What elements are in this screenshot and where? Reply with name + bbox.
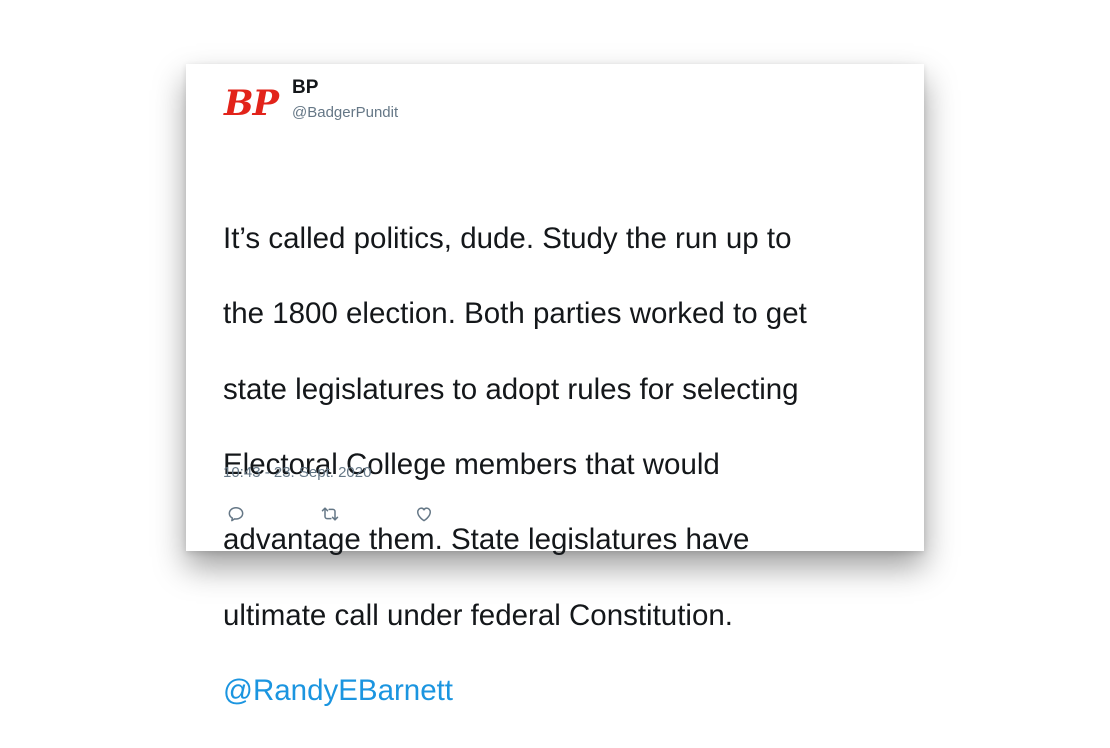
avatar-logo-text: BP: [224, 82, 279, 124]
tweet-timestamp[interactable]: 10:43 - 23. Sept. 2020: [223, 464, 371, 481]
display-name[interactable]: BP: [292, 77, 318, 99]
tweet-text-line: the 1800 election. Both parties worked t…: [223, 297, 807, 331]
tweet-text-line: ultimate call under federal Constitution…: [223, 598, 733, 632]
avatar[interactable]: BP: [224, 82, 282, 124]
tweet-text-line: state legislatures to adopt rules for se…: [223, 372, 799, 406]
reply-button[interactable]: [224, 502, 248, 526]
user-handle[interactable]: @BadgerPundit: [292, 104, 398, 121]
retweet-icon: [321, 507, 339, 521]
like-button[interactable]: [412, 502, 436, 526]
mention-link[interactable]: @RandyEBarnett: [223, 674, 453, 707]
tweet-text-line: advantage them. State legislatures have: [223, 523, 750, 557]
retweet-button[interactable]: [318, 502, 342, 526]
tweet-card: BP BP @BadgerPundit It’s called politics…: [186, 64, 924, 707]
tweet-text-line: It’s called politics, dude. Study the ru…: [223, 221, 792, 255]
reply-icon: [228, 507, 244, 522]
heart-icon: [417, 507, 431, 522]
